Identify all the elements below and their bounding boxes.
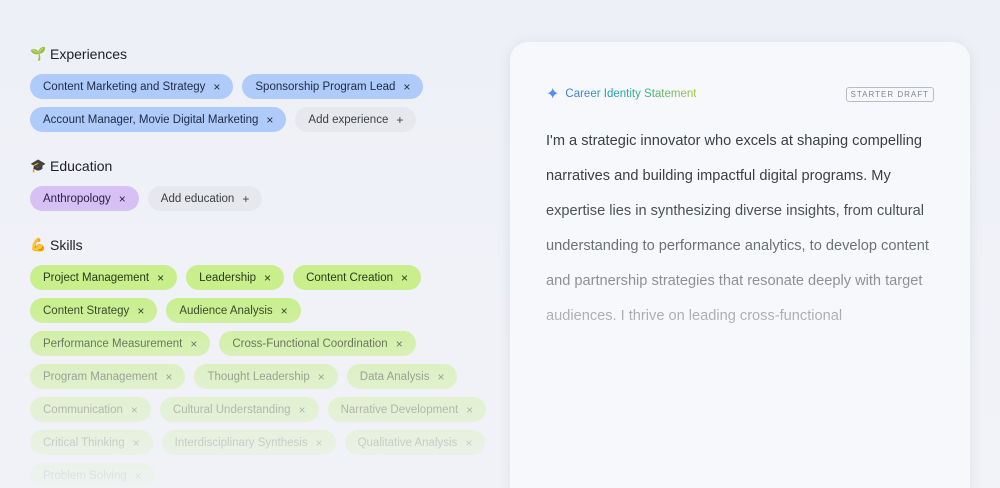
skill-chip[interactable]: Program Management × — [30, 364, 186, 389]
career-identity-card: ✦ Career Identity Statement STARTER DRAF… — [510, 42, 970, 488]
chip-label: Content Creation — [306, 271, 394, 284]
chip-label: Add education — [160, 192, 235, 205]
chip-label: Program Management — [43, 370, 158, 383]
skill-chip[interactable]: Content Creation × — [293, 265, 422, 290]
chip-label: Project Management — [43, 271, 150, 284]
chip-label: Narrative Development — [340, 403, 459, 416]
plus-icon[interactable]: + — [242, 193, 249, 205]
experiences-heading: 🌱 Experiences — [30, 42, 490, 66]
graduation-cap-icon: 🎓 — [30, 158, 47, 173]
skill-chip[interactable]: Cultural Understanding × — [159, 397, 319, 422]
plus-icon[interactable]: + — [396, 114, 403, 126]
chip-label: Interdisciplinary Synthesis — [174, 436, 308, 449]
career-statement-text: I'm a strategic innovator who excels at … — [546, 133, 929, 324]
seedling-icon: 🌱 — [30, 46, 47, 61]
close-icon[interactable]: × — [165, 371, 172, 383]
close-icon[interactable]: × — [213, 81, 220, 93]
skill-chip[interactable]: Communication × — [30, 397, 151, 422]
experiences-section: 🌱 Experiences Content Marketing and Stra… — [30, 42, 490, 132]
chip-label: Qualitative Analysis — [357, 436, 458, 449]
education-chip[interactable]: Anthropology × — [30, 186, 139, 211]
add-education-button[interactable]: Add education + — [147, 186, 263, 211]
skill-chip[interactable]: Interdisciplinary Synthesis × — [161, 430, 336, 455]
chip-label: Audience Analysis — [179, 304, 273, 317]
experience-chip-list: Content Marketing and Strategy × Sponsorsh… — [30, 74, 490, 132]
close-icon[interactable]: × — [157, 272, 164, 284]
close-icon[interactable]: × — [133, 437, 140, 449]
skills-heading: 💪 Skills — [30, 233, 490, 257]
skill-chip[interactable]: Qualitative Analysis × — [344, 430, 486, 455]
chip-label: Critical Thinking — [43, 436, 125, 449]
close-icon[interactable]: × — [318, 371, 325, 383]
profile-inputs-panel: 🌱 Experiences Content Marketing and Stra… — [30, 42, 490, 488]
education-title: Education — [50, 158, 113, 174]
chip-label: Account Manager, Movie Digital Marketing — [43, 113, 259, 126]
skill-chip[interactable]: Project Management × — [30, 265, 178, 290]
education-section: 🎓 Education Anthropology × Add education + — [30, 154, 490, 211]
skills-section: 💪 Skills Project Management × Leadership × C… — [30, 233, 490, 488]
skill-chip[interactable]: Content Strategy × — [30, 298, 158, 323]
close-icon[interactable]: × — [137, 305, 144, 317]
experiences-title: Experiences — [50, 46, 128, 62]
skill-chip[interactable]: Cross-Functional Coordination × — [219, 331, 416, 356]
close-icon[interactable]: × — [396, 338, 403, 350]
close-icon[interactable]: × — [465, 437, 472, 449]
close-icon[interactable]: × — [401, 272, 408, 284]
chip-label: Cross-Functional Coordination — [232, 337, 388, 350]
skill-chip[interactable]: Leadership × — [186, 265, 285, 290]
close-icon[interactable]: × — [264, 272, 271, 284]
skill-chip[interactable]: Audience Analysis × — [166, 298, 301, 323]
close-icon[interactable]: × — [119, 193, 126, 205]
chip-label: Data Analysis — [359, 370, 430, 383]
chip-label: Problem Solving — [43, 469, 127, 482]
skill-chip[interactable]: Critical Thinking × — [30, 430, 153, 455]
chip-label: Add experience — [308, 113, 389, 126]
close-icon[interactable]: × — [131, 404, 138, 416]
chip-label: Anthropology — [43, 192, 111, 205]
chip-label: Content Strategy — [43, 304, 130, 317]
add-experience-button[interactable]: Add experience + — [295, 107, 417, 132]
experience-chip[interactable]: Account Manager, Movie Digital Marketing… — [30, 107, 287, 132]
close-icon[interactable]: × — [316, 437, 323, 449]
card-header: ✦ Career Identity Statement STARTER DRAF… — [546, 84, 934, 104]
skill-chip-list: Project Management × Leadership × Content Cr… — [30, 265, 490, 488]
flexed-biceps-icon: 💪 — [30, 237, 47, 252]
skills-title: Skills — [50, 237, 83, 253]
skill-chip[interactable]: Narrative Development × — [327, 397, 487, 422]
skill-chip[interactable]: Performance Measurement × — [30, 331, 211, 356]
skill-chip[interactable]: Problem Solving × — [30, 463, 155, 488]
chip-label: Performance Measurement — [43, 337, 183, 350]
experience-chip[interactable]: Content Marketing and Strategy × — [30, 74, 234, 99]
close-icon[interactable]: × — [135, 470, 142, 482]
skill-chip[interactable]: Data Analysis × — [346, 364, 458, 389]
close-icon[interactable]: × — [437, 371, 444, 383]
starter-draft-badge: STARTER DRAFT — [845, 86, 934, 102]
close-icon[interactable]: × — [403, 81, 410, 93]
chip-label: Content Marketing and Strategy — [43, 80, 206, 93]
education-chip-list: Anthropology × Add education + — [30, 186, 490, 211]
close-icon[interactable]: × — [266, 114, 273, 126]
chip-label: Leadership — [199, 271, 257, 284]
education-heading: 🎓 Education — [30, 154, 490, 178]
close-icon[interactable]: × — [299, 404, 306, 416]
card-title: Career Identity Statement — [565, 88, 697, 100]
experience-chip[interactable]: Sponsorship Program Lead × — [242, 74, 424, 99]
chip-label: Cultural Understanding — [172, 403, 291, 416]
chip-label: Thought Leadership — [207, 370, 310, 383]
chip-label: Sponsorship Program Lead — [255, 80, 396, 93]
chip-label: Communication — [43, 403, 123, 416]
close-icon[interactable]: × — [281, 305, 288, 317]
close-icon[interactable]: × — [190, 338, 197, 350]
close-icon[interactable]: × — [466, 404, 473, 416]
sparkle-icon: ✦ — [546, 86, 560, 103]
skill-chip[interactable]: Thought Leadership × — [194, 364, 338, 389]
